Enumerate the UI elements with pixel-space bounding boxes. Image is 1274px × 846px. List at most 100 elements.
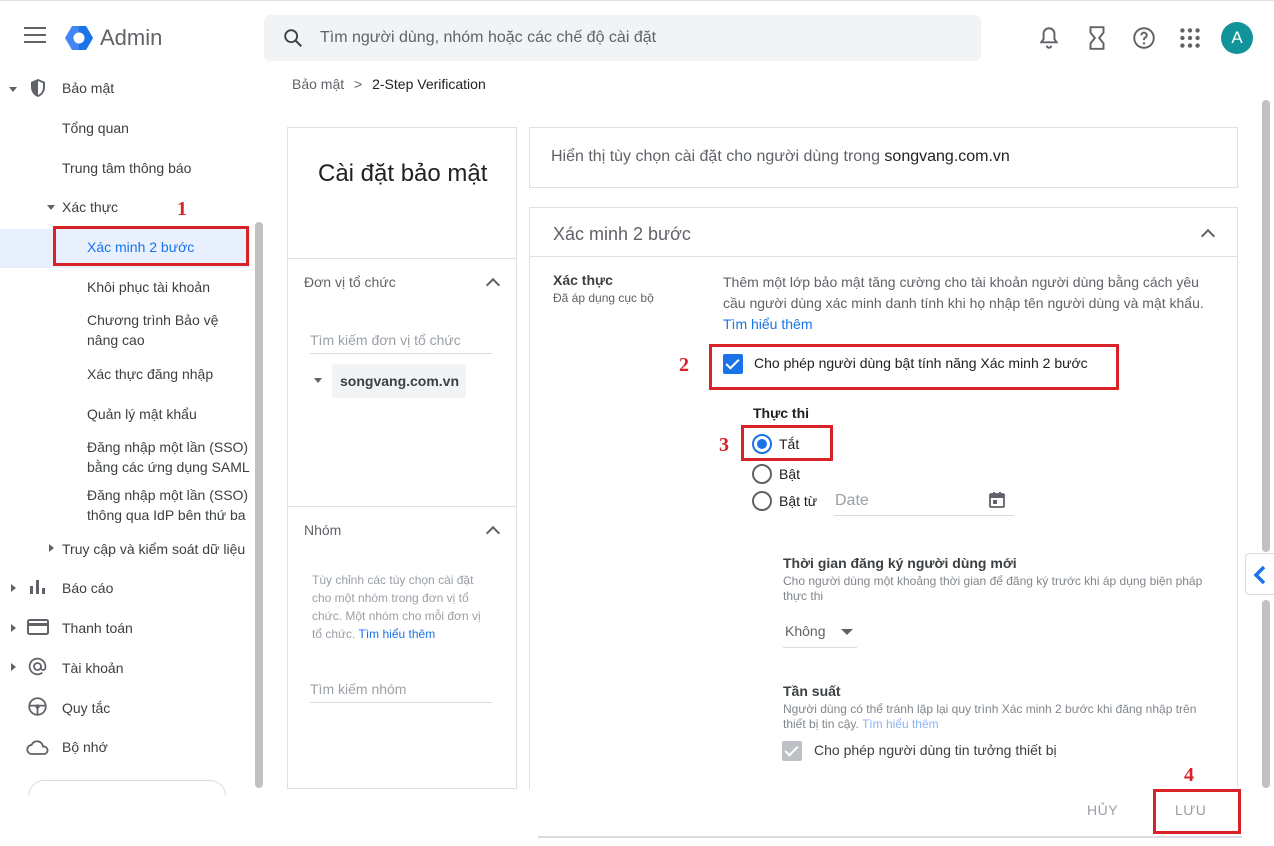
groups-learn-more-link[interactable]: Tìm hiểu thêm [359, 627, 436, 641]
advanced-protection-line-1: Chương trình Bảo vệ [87, 312, 219, 328]
sidebar-bottom-button[interactable] [28, 780, 226, 796]
expand-org-icon[interactable] [314, 378, 322, 383]
sidebar-item-storage[interactable]: Bộ nhớ [62, 737, 108, 757]
sidebar-item-sso-saml[interactable]: Đăng nhập một lần (SSO) bằng các ứng dụn… [87, 437, 250, 477]
dropdown-arrow-icon [841, 629, 853, 635]
learn-more-link[interactable]: Tìm hiểu thêm [723, 316, 812, 332]
frequency-description: Người dùng có thể tránh lặp lại quy trìn… [783, 702, 1213, 732]
groups-label: Nhóm [304, 522, 342, 538]
scope-info-bar: Hiển thị tùy chọn cài đặt cho người dùng… [529, 127, 1238, 188]
avatar[interactable]: A [1221, 22, 1253, 54]
hourglass-icon[interactable] [1084, 25, 1110, 51]
radio-on-from-label[interactable]: Bật từ [779, 493, 817, 509]
side-panel-tab[interactable] [1245, 553, 1274, 595]
frequency-title: Tần suất [783, 683, 841, 699]
sso-idp-line-1: Đăng nhập một lần (SSO) [87, 487, 249, 503]
menu-icon[interactable] [24, 27, 46, 45]
calendar-icon[interactable] [988, 491, 1006, 509]
expand-reports-icon[interactable] [11, 584, 16, 592]
sidebar-item-sso-idp[interactable]: Đăng nhập một lần (SSO) thông qua IdP bê… [87, 485, 248, 525]
advanced-protection-line-2: nâng cao [87, 332, 145, 348]
sidebar-item-access-data[interactable]: Truy cập và kiểm soát dữ liệu [62, 539, 245, 559]
expand-access-data-icon[interactable] [49, 544, 54, 552]
panel-divider [288, 258, 516, 259]
setting-label: Xác thực [553, 272, 613, 288]
sidebar-item-account[interactable]: Tài khoản [62, 658, 123, 678]
annotation-number-1: 1 [177, 198, 187, 220]
radio-enforcement-on[interactable] [752, 464, 772, 484]
enrollment-title: Thời gian đăng ký người dùng mới [783, 555, 1017, 571]
content-scrollbar[interactable] [1262, 100, 1270, 552]
breadcrumb: Bảo mật > 2-Step Verification [292, 76, 486, 92]
breadcrumb-current: 2-Step Verification [372, 76, 486, 92]
enrollment-period-select[interactable]: Không [783, 616, 857, 648]
content-scrollbar-lower[interactable] [1262, 600, 1270, 788]
search-bar[interactable] [264, 15, 981, 61]
expand-security-icon[interactable] [9, 87, 17, 92]
annotation-box-2 [709, 344, 1119, 390]
top-bar: Admin A [0, 0, 1274, 72]
radio-enforcement-on-from[interactable] [752, 491, 772, 511]
admin-logo-icon[interactable] [64, 23, 94, 53]
credit-card-icon [27, 619, 49, 635]
description-text: Thêm một lớp bảo mật tăng cường cho tài … [723, 274, 1204, 311]
expand-account-icon[interactable] [11, 663, 16, 671]
shield-icon [31, 79, 45, 97]
sidebar-item-reports[interactable]: Báo cáo [62, 578, 113, 598]
date-input[interactable]: Date [834, 488, 1014, 516]
breadcrumb-parent[interactable]: Bảo mật [292, 76, 344, 92]
collapse-org-units-icon[interactable] [485, 277, 501, 293]
expand-authentication-icon[interactable] [47, 205, 55, 210]
sso-saml-line-2: bằng các ứng dụng SAML [87, 459, 250, 475]
annotation-number-4: 4 [1184, 764, 1194, 786]
sidebar-item-security[interactable]: Bảo mật [62, 78, 114, 98]
help-icon[interactable] [1131, 25, 1157, 51]
sidebar-nav: Bảo mật Tổng quan Trung tâm thông báo Xá… [0, 72, 264, 796]
scope-prefix: Hiển thị tùy chọn cài đặt cho người dùng… [551, 148, 880, 165]
radio-on-label[interactable]: Bật [779, 466, 800, 482]
groups-description: Tùy chỉnh các tùy chọn cài đặt cho một n… [312, 571, 492, 643]
panel-divider-2 [288, 506, 516, 507]
sidebar-item-billing[interactable]: Thanh toán [62, 618, 133, 638]
sidebar-item-password-mgmt[interactable]: Quản lý mật khẩu [87, 404, 197, 424]
org-search-input[interactable] [310, 326, 492, 354]
cancel-button[interactable]: HỦY [1087, 802, 1118, 818]
trust-device-checkbox[interactable] [782, 741, 802, 761]
collapse-groups-icon[interactable] [485, 525, 501, 541]
setting-description: Thêm một lớp bảo mật tăng cường cho tài … [723, 272, 1213, 335]
sidebar-item-login-challenges[interactable]: Xác thực đăng nhập [87, 364, 213, 384]
two-step-card: Xác minh 2 bước Xác thực Đã áp dụng cục … [529, 207, 1238, 789]
sidebar-item-authentication[interactable]: Xác thực [62, 197, 118, 217]
frequency-learn-more-link[interactable]: Tìm hiểu thêm [862, 717, 939, 731]
chevron-left-icon [1253, 565, 1266, 585]
frequency-desc-text: Người dùng có thể tránh lặp lại quy trìn… [783, 702, 1197, 731]
bar-chart-icon [30, 580, 45, 594]
trust-device-label[interactable]: Cho phép người dùng tin tưởng thiết bị [814, 742, 1057, 758]
sso-idp-line-2: thông qua IdP bên thứ ba [87, 507, 246, 523]
search-input[interactable] [320, 25, 920, 51]
notifications-bell-icon[interactable] [1036, 25, 1062, 51]
sso-saml-line-1: Đăng nhập một lần (SSO) [87, 439, 249, 455]
enrollment-period-value: Không [785, 623, 826, 639]
expand-billing-icon[interactable] [11, 624, 16, 632]
at-sign-icon [28, 657, 47, 676]
card-title[interactable]: Xác minh 2 bước [553, 224, 691, 245]
org-unit-root[interactable]: songvang.com.vn [332, 364, 466, 398]
sidebar-scrollbar[interactable] [255, 222, 263, 788]
app-title[interactable]: Admin [100, 25, 162, 51]
sidebar-item-rules[interactable]: Quy tắc [62, 698, 110, 718]
enforcement-label: Thực thi [753, 405, 810, 421]
panel-title: Cài đặt bảo mật [318, 160, 488, 187]
setting-sublabel: Đã áp dụng cục bộ [553, 291, 654, 305]
sidebar-item-overview[interactable]: Tổng quan [62, 118, 129, 138]
group-search-input[interactable] [310, 675, 492, 703]
sidebar-item-alert-center[interactable]: Trung tâm thông báo [62, 158, 191, 178]
scope-info-text: Hiển thị tùy chọn cài đặt cho người dùng… [551, 148, 1010, 166]
sidebar-item-account-recovery[interactable]: Khôi phục tài khoản [87, 277, 210, 297]
sidebar-item-advanced-protection[interactable]: Chương trình Bảo vệ nâng cao [87, 310, 218, 350]
scope-domain: songvang.com.vn [884, 148, 1010, 165]
apps-grid-icon[interactable] [1177, 25, 1203, 51]
enrollment-description: Cho người dùng một khoảng thời gian để đ… [783, 574, 1203, 603]
cloud-icon [26, 740, 49, 755]
collapse-card-icon[interactable] [1200, 228, 1216, 244]
